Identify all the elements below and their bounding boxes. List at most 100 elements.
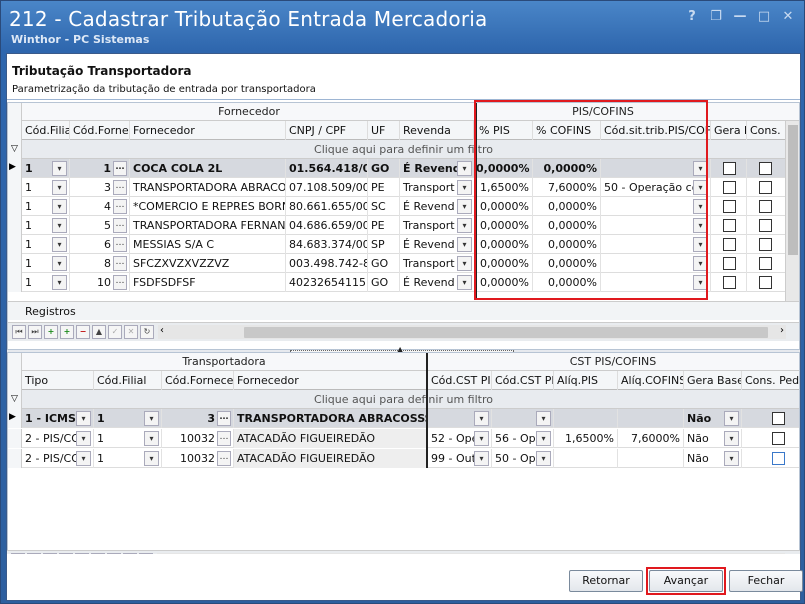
cell-cofins[interactable]: 0,0000% xyxy=(533,235,601,254)
chevron-down-icon[interactable]: ▾ xyxy=(52,161,67,176)
retornar-button[interactable]: Retornar xyxy=(569,570,643,592)
cell-sit-trib[interactable]: ▾ xyxy=(601,216,711,235)
checkbox[interactable] xyxy=(723,257,736,270)
cell-gera-base[interactable] xyxy=(711,178,747,197)
cell-cofins[interactable]: 0,0000% xyxy=(533,254,601,273)
cell-cofins[interactable]: 0,0000% xyxy=(533,159,601,178)
chevron-down-icon[interactable]: ▾ xyxy=(457,199,472,214)
checkbox[interactable] xyxy=(723,162,736,175)
cell-sit-trib[interactable]: ▾ xyxy=(601,273,711,292)
cell-tipo[interactable]: 1 - ICMS ▾ xyxy=(22,409,94,428)
chevron-down-icon[interactable]: ▾ xyxy=(693,275,708,290)
move-up-icon[interactable]: ▲ xyxy=(92,325,106,339)
cell-fornec[interactable]: 1… xyxy=(70,159,130,178)
col-gera-base[interactable]: Gera Base F xyxy=(684,371,742,390)
cell-revenda[interactable]: É Revend ▾ xyxy=(400,197,476,216)
cell-sit-trib[interactable]: ▾ xyxy=(601,235,711,254)
checkbox[interactable] xyxy=(723,276,736,289)
table-row[interactable]: 2 - PIS/CO ▾ 1 ▾ 10032… ATACADÃO FIGUEIREDÃO 9… xyxy=(8,449,799,468)
chevron-down-icon[interactable]: ▾ xyxy=(724,431,739,446)
cell-sit-trib[interactable]: ▾ xyxy=(601,254,711,273)
cell-aliq-cofins[interactable] xyxy=(618,449,684,468)
column-chooser-icon[interactable] xyxy=(8,103,22,121)
chevron-down-icon[interactable]: ▾ xyxy=(144,431,159,446)
chevron-down-icon[interactable]: ▾ xyxy=(693,199,708,214)
cell-cons[interactable] xyxy=(747,273,787,292)
cell-cons-pedagio[interactable] xyxy=(742,449,799,468)
col-cod-fornecedor[interactable]: Cód.Fornecec xyxy=(162,371,234,390)
cell-cons[interactable] xyxy=(747,159,787,178)
scroll-right-icon[interactable]: › xyxy=(780,325,784,336)
table-row[interactable]: 1 ▾ 4… *COMERCIO E REPRES BORNH 80.661.655/0… xyxy=(8,197,799,216)
ellipsis-icon[interactable]: … xyxy=(113,237,127,252)
cell-fornec[interactable]: 10032… xyxy=(162,449,234,468)
col-uf[interactable]: UF xyxy=(368,121,400,140)
restore-icon[interactable]: ❐ xyxy=(708,9,724,25)
col-pis[interactable]: % PIS xyxy=(476,121,533,140)
col-cod-filial[interactable]: Cód.Filial xyxy=(94,371,162,390)
cell-filial[interactable]: 1 ▾ xyxy=(22,159,70,178)
checkbox[interactable] xyxy=(723,200,736,213)
cell-revenda[interactable]: É Revend ▾ xyxy=(400,235,476,254)
vertical-scrollbar[interactable] xyxy=(785,121,799,301)
cell-filial[interactable]: 1 ▾ xyxy=(22,216,70,235)
column-chooser-icon[interactable] xyxy=(8,371,22,390)
cell-fornec[interactable]: 10… xyxy=(70,273,130,292)
checkbox[interactable] xyxy=(772,452,785,465)
table-row[interactable]: ▶ 1 ▾ 1… COCA COLA 2L 01.564.418/0(GO É Revend… xyxy=(8,159,799,178)
chevron-down-icon[interactable]: ▾ xyxy=(144,451,159,466)
cell-fornec[interactable]: 5… xyxy=(70,216,130,235)
ellipsis-icon[interactable]: … xyxy=(217,451,231,466)
chevron-down-icon[interactable]: ▾ xyxy=(693,218,708,233)
checkbox[interactable] xyxy=(772,432,785,445)
scroll-thumb[interactable] xyxy=(244,327,768,338)
chevron-down-icon[interactable]: ▾ xyxy=(693,180,708,195)
chevron-down-icon[interactable]: ▾ xyxy=(724,451,739,466)
filter-row[interactable]: ▽ Clique aqui para definir um filtro xyxy=(8,390,799,409)
cell-cons[interactable] xyxy=(747,178,787,197)
cell-revenda[interactable]: É Revend ▾ xyxy=(400,273,476,292)
cell-gera-base[interactable] xyxy=(711,273,747,292)
filter-row[interactable]: ▽ Clique aqui para definir um filtro xyxy=(8,140,799,159)
ellipsis-icon[interactable]: … xyxy=(217,411,231,426)
col-tipo[interactable]: Tipo xyxy=(22,371,94,390)
col-sit-trib[interactable]: Cód.sit.trib.PIS/COFI xyxy=(601,121,711,140)
cell-pis[interactable]: 0,0000% xyxy=(476,273,533,292)
checkbox[interactable] xyxy=(723,181,736,194)
cell-cst-cofins[interactable]: 50 - Ope ▾ xyxy=(492,449,554,468)
cell-pis[interactable]: 1,6500% xyxy=(476,178,533,197)
cell-cons[interactable] xyxy=(747,235,787,254)
cell-cons[interactable] xyxy=(747,216,787,235)
cell-tipo[interactable]: 2 - PIS/CO ▾ xyxy=(22,449,94,468)
cell-cofins[interactable]: 0,0000% xyxy=(533,216,601,235)
checkbox[interactable] xyxy=(723,238,736,251)
help-icon[interactable]: ? xyxy=(684,9,700,25)
cell-aliq-pis[interactable] xyxy=(554,449,618,468)
table-row[interactable]: 1 ▾ 10… FSDFSDFSF 40232654115 GO É Revend ▾ 0,00… xyxy=(8,273,799,292)
col-revenda[interactable]: Revenda xyxy=(400,121,474,140)
cell-cst-cofins[interactable]: ▾ xyxy=(492,409,554,428)
cell-gera-base[interactable] xyxy=(711,254,747,273)
cell-pis[interactable]: 0,0000% xyxy=(476,235,533,254)
chevron-down-icon[interactable]: ▾ xyxy=(536,451,551,466)
cell-gera-base[interactable] xyxy=(711,197,747,216)
col-cst-cofins[interactable]: Cód.CST PIS xyxy=(492,371,554,390)
close-icon[interactable]: ✕ xyxy=(780,9,796,25)
col-aliq-cofins[interactable]: Alíq.COFINS xyxy=(618,371,684,390)
chevron-down-icon[interactable]: ▾ xyxy=(76,411,91,426)
cell-fornec[interactable]: 6… xyxy=(70,235,130,254)
add-icon[interactable]: + xyxy=(44,325,58,339)
col-cnpj[interactable]: CNPJ / CPF xyxy=(286,121,368,140)
first-record-icon[interactable]: ⏮ xyxy=(12,325,26,339)
ellipsis-icon[interactable]: … xyxy=(113,180,127,195)
vscroll-thumb[interactable] xyxy=(788,125,798,255)
ellipsis-icon[interactable]: … xyxy=(217,431,231,446)
chevron-down-icon[interactable]: ▾ xyxy=(457,275,472,290)
chevron-down-icon[interactable]: ▾ xyxy=(693,256,708,271)
cell-sit-trib[interactable]: ▾ xyxy=(601,197,711,216)
cell-fornec[interactable]: 3… xyxy=(70,178,130,197)
cell-revenda[interactable]: Transport ▾ xyxy=(400,216,476,235)
checkbox[interactable] xyxy=(723,219,736,232)
cell-fornec[interactable]: 4… xyxy=(70,197,130,216)
chevron-down-icon[interactable]: ▾ xyxy=(52,180,67,195)
